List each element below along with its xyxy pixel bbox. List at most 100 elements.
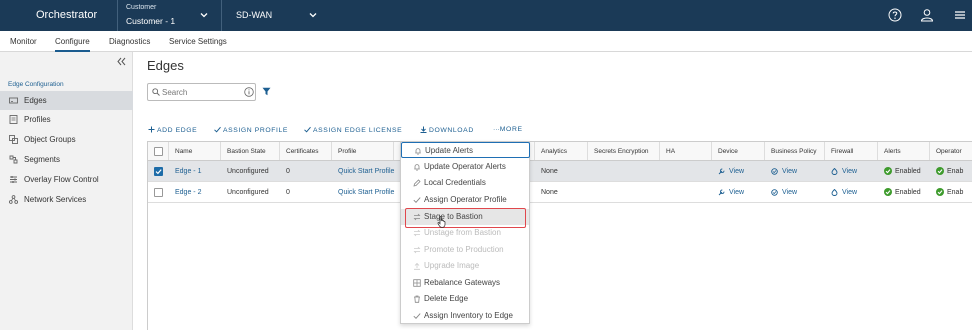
select-all-checkbox[interactable] (154, 146, 163, 156)
menu-item-rebalance-gateways[interactable]: Rebalance Gateways (401, 275, 529, 291)
chevron-down-icon[interactable] (308, 10, 318, 20)
column-header-profile[interactable]: Profile (332, 142, 394, 160)
device-view-link[interactable]: View (712, 161, 765, 181)
more-label: MORE (499, 126, 523, 133)
menu-item-label: Assign Inventory to Edge (424, 311, 513, 320)
menu-item-label: Delete Edge (424, 294, 469, 303)
business-policy-view-link[interactable]: View (765, 182, 825, 202)
chevron-down-icon[interactable] (199, 10, 209, 20)
check-icon (304, 126, 311, 133)
enabled-check-icon (936, 167, 944, 175)
menu-item-local-credentials[interactable]: Local Credentials (401, 175, 529, 191)
firewall-icon (831, 167, 838, 175)
menu-item-label: Rebalance Gateways (424, 278, 501, 287)
tab-configure[interactable]: Configure (55, 37, 90, 52)
firewall-view-link[interactable]: View (825, 182, 878, 202)
column-header-certificates[interactable]: Certificates (280, 142, 332, 160)
profile-icon (9, 115, 18, 124)
alerts-cell: Enabled (878, 182, 930, 202)
profile-link[interactable]: Quick Start Profile (332, 161, 394, 181)
firewall-view-label: View (842, 167, 858, 175)
edge-name-link[interactable]: Edge - 2 (169, 182, 221, 202)
more-dots-icon: ··· (493, 126, 500, 133)
menu-icon[interactable] (953, 8, 967, 22)
tab-monitor[interactable]: Monitor (10, 37, 37, 46)
column-header-secrets-encryption[interactable]: Secrets Encryption (588, 142, 660, 160)
row-checkbox[interactable] (154, 187, 163, 197)
business-policy-view-label: View (782, 188, 798, 196)
sidebar-item-label: Segments (24, 155, 61, 164)
row-select-cell (148, 161, 169, 181)
search-box (147, 83, 256, 101)
column-header-alerts[interactable]: Alerts (878, 142, 930, 160)
check-icon (413, 196, 421, 204)
business-policy-view-link[interactable]: View (765, 161, 825, 181)
more-button[interactable]: ···MORE (493, 126, 523, 136)
sidebar-item-label: Object Groups (24, 135, 76, 144)
column-header-name[interactable]: Name (169, 142, 221, 160)
policy-icon (771, 188, 778, 196)
customer-value: Customer - 1 (126, 16, 176, 26)
table-row[interactable]: Edge - 2 Unconfigured 0 Quick Start Prof… (148, 182, 972, 203)
top-bar: Orchestrator Customer Customer - 1 SD-WA… (0, 0, 972, 31)
user-icon[interactable] (920, 8, 934, 22)
table-header-row: Name Bastion State Certificates Profile … (148, 142, 972, 161)
edge-name-link[interactable]: Edge - 1 (169, 161, 221, 181)
menu-item-update-alerts[interactable]: Update Alerts (401, 142, 530, 158)
collapse-icon[interactable] (116, 56, 127, 67)
column-header-bastion-state[interactable]: Bastion State (221, 142, 280, 160)
enabled-check-icon (884, 188, 892, 196)
menu-item-label: Promote to Production (424, 245, 504, 254)
sidebar-item-overlay-flow-control[interactable]: Overlay Flow Control (0, 170, 133, 189)
row-checkbox[interactable] (154, 166, 163, 176)
more-actions-menu: Update Alerts Update Operator Alerts Loc… (400, 141, 530, 324)
filter-icon[interactable] (262, 87, 271, 96)
sidebar-item-segments[interactable]: Segments (0, 150, 133, 169)
menu-item-upgrade-image: Upgrade Image (401, 258, 529, 274)
menu-item-delete-edge[interactable]: Delete Edge (401, 291, 529, 307)
download-icon (420, 126, 427, 133)
sidebar-item-object-groups[interactable]: Object Groups (0, 130, 133, 149)
hand-cursor-icon (437, 216, 447, 228)
swap-icon (413, 229, 421, 237)
add-edge-button[interactable]: ADD EDGE (148, 126, 197, 136)
column-header-firewall[interactable]: Firewall (825, 142, 878, 160)
wrench-icon (718, 168, 725, 175)
column-header-analytics[interactable]: Analytics (535, 142, 588, 160)
operator-cell: Enab (930, 182, 972, 202)
device-view-link[interactable]: View (712, 182, 765, 202)
tab-service-settings[interactable]: Service Settings (169, 37, 227, 46)
menu-item-label: Unstage from Bastion (424, 228, 501, 237)
profile-link[interactable]: Quick Start Profile (332, 182, 394, 202)
column-header-ha[interactable]: HA (660, 142, 712, 160)
search-input[interactable] (162, 86, 240, 98)
sidebar-item-edges[interactable]: Edges (0, 91, 133, 110)
download-button[interactable]: DOWNLOAD (420, 126, 474, 136)
menu-item-assign-inventory-to-edge[interactable]: Assign Inventory to Edge (401, 308, 529, 324)
menu-item-promote-to-production: Promote to Production (401, 242, 529, 258)
wrench-icon (718, 189, 725, 196)
menu-item-assign-operator-profile[interactable]: Assign Operator Profile (401, 192, 529, 208)
sidebar-item-profiles[interactable]: Profiles (0, 110, 133, 129)
menu-item-update-operator-alerts[interactable]: Update Operator Alerts (401, 159, 529, 175)
bell-icon (413, 163, 421, 171)
table-row[interactable]: Edge - 1 Unconfigured 0 Quick Start Prof… (148, 161, 972, 182)
column-header-operator[interactable]: Operator (930, 142, 972, 160)
sidebar-item-label: Overlay Flow Control (24, 175, 99, 184)
sidebar-item-network-services[interactable]: Network Services (0, 190, 133, 209)
assign-edge-license-button[interactable]: ASSIGN EDGE LICENSE (304, 126, 402, 136)
sidebar-item-label: Edges (24, 96, 47, 105)
firewall-view-link[interactable]: View (825, 161, 878, 181)
trash-icon (413, 295, 421, 303)
info-icon[interactable] (244, 87, 254, 97)
tab-diagnostics[interactable]: Diagnostics (109, 37, 150, 46)
assign-profile-button[interactable]: ASSIGN PROFILE (214, 126, 288, 136)
grid-icon (413, 279, 421, 287)
sidebar-item-label: Network Services (24, 195, 87, 204)
upload-icon (413, 262, 421, 270)
help-icon[interactable] (888, 8, 902, 22)
policy-icon (771, 167, 778, 175)
column-header-business-policy[interactable]: Business Policy (765, 142, 825, 160)
app-name: Orchestrator (36, 9, 98, 21)
column-header-device[interactable]: Device (712, 142, 765, 160)
